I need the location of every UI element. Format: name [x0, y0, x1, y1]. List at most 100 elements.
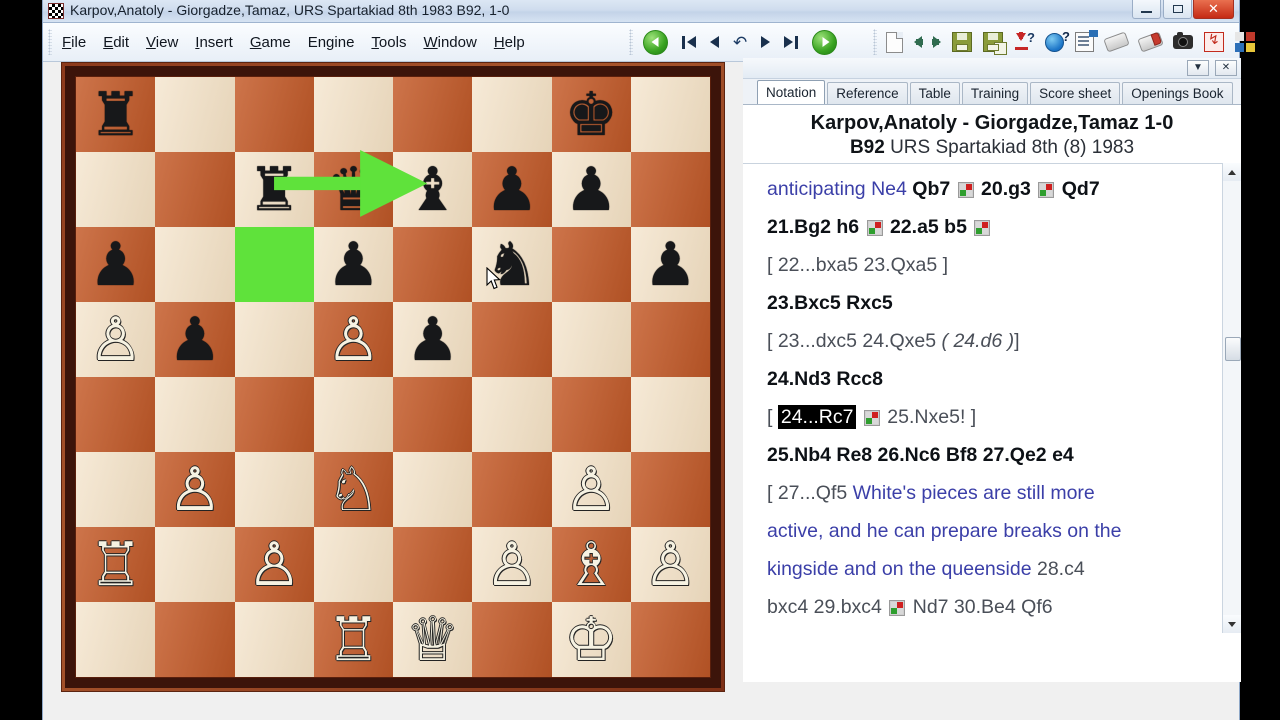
board-square-f5[interactable]: [472, 302, 552, 377]
board-square-f2[interactable]: ♙: [472, 527, 552, 602]
toolbar-grip[interactable]: [873, 29, 877, 55]
move-text[interactable]: 22.a5 b5: [885, 216, 973, 238]
board-square-h8[interactable]: [630, 77, 710, 152]
notation-line[interactable]: bxc4 29.bxc4 Nd7 30.Be4 Qf6: [767, 588, 1219, 626]
menu-item-help[interactable]: Help: [493, 32, 526, 53]
scroll-down-icon[interactable]: [1223, 615, 1241, 633]
board-square-d8[interactable]: [313, 77, 393, 152]
piece-d7[interactable]: ♛: [314, 152, 393, 227]
notation-line[interactable]: [ 27...Qf5 White's pieces are still more: [767, 474, 1219, 512]
board-square-e8[interactable]: [393, 77, 473, 152]
eraser-red-icon[interactable]: [1137, 31, 1164, 53]
notation-line[interactable]: kingside and on the queenside 28.c4: [767, 550, 1219, 588]
floppy-disk-icon[interactable]: [952, 32, 972, 52]
board-square-a8[interactable]: ♜: [76, 77, 156, 152]
piece-f2[interactable]: ♙: [472, 527, 551, 602]
board-square-g8[interactable]: ♚: [551, 77, 631, 152]
four-quadrant-icon[interactable]: [1235, 32, 1255, 52]
menu-item-tools[interactable]: Tools: [370, 32, 407, 53]
board-square-b6[interactable]: [155, 227, 235, 302]
board-square-d6[interactable]: ♟: [313, 227, 393, 302]
board-square-b3[interactable]: ♙: [155, 452, 235, 527]
board-square-e4[interactable]: [393, 377, 473, 452]
tab-training[interactable]: Training: [961, 82, 1029, 104]
menu-item-engine[interactable]: Engine: [307, 32, 356, 53]
board-square-h3[interactable]: [630, 452, 710, 527]
notation-line[interactable]: 23.Bxc5 Rxc5: [767, 284, 1219, 322]
red-lightning-box-icon[interactable]: [1204, 31, 1224, 52]
piece-d1[interactable]: ♖: [314, 602, 393, 677]
board-square-g3[interactable]: ♙: [551, 452, 631, 527]
undo-arrow-icon[interactable]: ↶: [733, 34, 747, 51]
floppy-disk-plus-icon[interactable]: [983, 32, 1007, 55]
board-square-d1[interactable]: ♖: [313, 602, 393, 677]
move-text[interactable]: 25.Nb4 Re8 26.Nc6 Bf8 27.Qe2 e4: [767, 444, 1074, 466]
board-square-d2[interactable]: [313, 527, 393, 602]
tab-openings-book[interactable]: Openings Book: [1122, 82, 1233, 104]
eraser-icon[interactable]: [1103, 31, 1130, 53]
board-square-b4[interactable]: [155, 377, 235, 452]
piece-d6[interactable]: ♟: [314, 227, 393, 302]
move-text[interactable]: 24.Nd3 Rcc8: [767, 368, 883, 390]
board-square-f7[interactable]: ♟: [472, 152, 552, 227]
piece-d3[interactable]: ♘: [314, 452, 393, 527]
board-square-e3[interactable]: [393, 452, 473, 527]
board-square-e2[interactable]: [393, 527, 473, 602]
circle-arrow-right-icon[interactable]: [812, 29, 838, 55]
board-square-a3[interactable]: [76, 452, 156, 527]
notation-line[interactable]: 21.Bg2 h6 22.a5 b5: [767, 208, 1219, 246]
minimize-button[interactable]: [1132, 0, 1161, 19]
piece-g8[interactable]: ♚: [552, 77, 631, 152]
notation-line[interactable]: anticipating Ne4 Qb7 20.g3 Qd7: [767, 170, 1219, 208]
green-arrow-right-icon[interactable]: [932, 36, 941, 48]
selected-move[interactable]: 24...Rc7: [777, 405, 857, 429]
board-square-d7[interactable]: ♛: [313, 152, 393, 227]
board-square-b1[interactable]: [155, 602, 235, 677]
piece-h2[interactable]: ♙: [631, 527, 710, 602]
piece-e1[interactable]: ♕: [393, 602, 472, 677]
piece-g1[interactable]: ♔: [552, 602, 631, 677]
board-square-b7[interactable]: [155, 152, 235, 227]
menu-item-game[interactable]: Game: [249, 32, 292, 53]
scroll-up-icon[interactable]: [1223, 163, 1241, 181]
board-square-h6[interactable]: ♟: [630, 227, 710, 302]
board-square-a4[interactable]: [76, 377, 156, 452]
board-square-h4[interactable]: [630, 377, 710, 452]
board-square-e7[interactable]: ♝: [393, 152, 473, 227]
menu-item-insert[interactable]: Insert: [194, 32, 234, 53]
menu-item-window[interactable]: Window: [422, 32, 477, 53]
chess-board[interactable]: ♜ ♚ ♜ ♛ ♝ ♟ ♟ ♟ ♟ ♞ ♟ ♙ ♟ ♙ ♟ ♙ ♘ ♙ ♖ ♙ ♙ ♗ ♙ ♖ ♕ ♔: [75, 76, 711, 678]
board-square-d4[interactable]: [313, 377, 393, 452]
piece-e5[interactable]: ♟: [393, 302, 472, 377]
board-square-a2[interactable]: ♖: [76, 527, 156, 602]
notation-line[interactable]: [ 24...Rc7 25.Nxe5! ]: [767, 398, 1219, 436]
board-square-f4[interactable]: [472, 377, 552, 452]
board-square-f6[interactable]: ♞: [472, 227, 552, 302]
piece-e7[interactable]: ♝: [393, 152, 472, 227]
notation-line[interactable]: [ 23...dxc5 24.Qxe5 ( 24.d6 )]: [767, 322, 1219, 360]
board-square-d5[interactable]: ♙: [313, 302, 393, 377]
piece-g7[interactable]: ♟: [552, 152, 631, 227]
board-square-e5[interactable]: ♟: [393, 302, 473, 377]
board-square-a7[interactable]: [76, 152, 156, 227]
globe-question-icon[interactable]: ?: [1045, 29, 1070, 52]
notation-text[interactable]: anticipating Ne4 Qb7 20.g3 Qd7 21.Bg2 h6 …: [743, 164, 1241, 634]
board-square-c3[interactable]: [234, 452, 314, 527]
tab-reference[interactable]: Reference: [827, 82, 908, 104]
tab-table[interactable]: Table: [909, 82, 960, 104]
notation-line[interactable]: [ 22...bxa5 23.Qxa5 ]: [767, 246, 1219, 284]
move-text[interactable]: 20.g3: [976, 178, 1037, 200]
board-square-c5[interactable]: [234, 302, 314, 377]
down-arrow-question-icon[interactable]: ?: [1014, 30, 1035, 52]
board-square-a5[interactable]: ♙: [76, 302, 156, 377]
board-square-h5[interactable]: [630, 302, 710, 377]
menu-item-view[interactable]: View: [145, 32, 179, 53]
board-square-g7[interactable]: ♟: [551, 152, 631, 227]
board-square-b5[interactable]: ♟: [155, 302, 235, 377]
tab-score-sheet[interactable]: Score sheet: [1030, 82, 1121, 104]
piece-c2[interactable]: ♙: [235, 527, 314, 602]
board-square-a1[interactable]: [76, 602, 156, 677]
piece-a2[interactable]: ♖: [76, 527, 155, 602]
notation-scrollbar[interactable]: [1222, 163, 1241, 633]
circle-arrow-left-icon[interactable]: [643, 29, 668, 55]
